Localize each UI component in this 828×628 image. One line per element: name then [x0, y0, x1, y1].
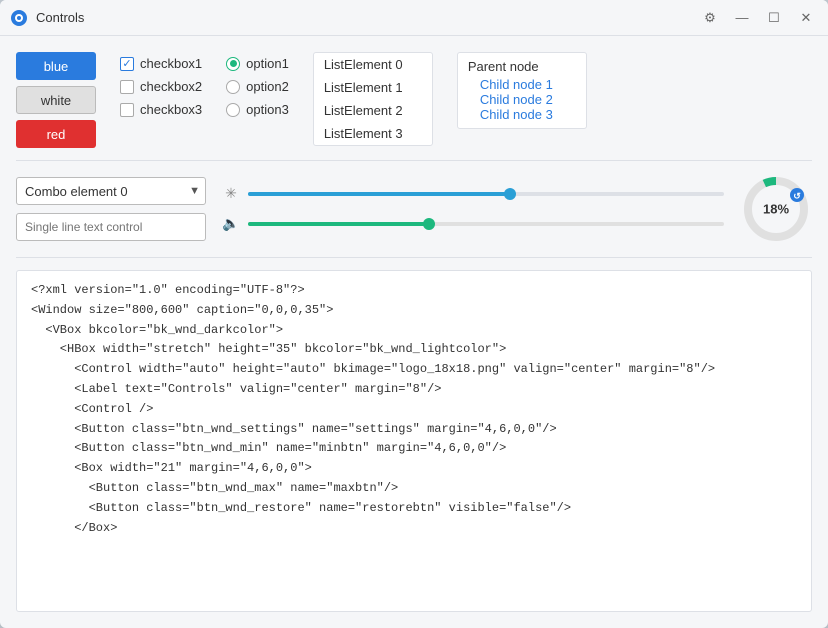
code-line-2: <VBox bkcolor="bk_wnd_darkcolor">: [31, 321, 797, 341]
code-line-6: <Control />: [31, 400, 797, 420]
text-input[interactable]: [16, 213, 206, 241]
middle-section: Combo element 0 Combo element 1 Combo el…: [16, 173, 812, 245]
donut-chart: ↺ 18%: [740, 173, 812, 245]
list-item-2[interactable]: ListElement 2: [314, 99, 432, 122]
tree-child-2[interactable]: Child node 2: [468, 92, 576, 107]
checkbox-item-2[interactable]: checkbox2: [120, 79, 202, 94]
combo-wrapper[interactable]: Combo element 0 Combo element 1 Combo el…: [16, 177, 206, 205]
slider-row-2: 🔈: [222, 215, 724, 233]
option-2-label: option2: [246, 79, 289, 94]
code-line-7: <Button class="btn_wnd_settings" name="s…: [31, 420, 797, 440]
checkmark-1: ✓: [122, 57, 131, 70]
list-item-1[interactable]: ListElement 1: [314, 76, 432, 99]
code-line-3: <HBox width="stretch" height="35" bkcolo…: [31, 340, 797, 360]
option-item-2[interactable]: option2: [226, 79, 289, 94]
code-section: <?xml version="1.0" encoding="UTF-8"?> <…: [16, 270, 812, 612]
list-item-3[interactable]: ListElement 3: [314, 122, 432, 145]
list-item-0[interactable]: ListElement 0: [314, 53, 432, 76]
options-group: option1 option2 option3: [226, 52, 289, 117]
main-content: blue white red ✓ checkbox1 checkbox2: [0, 36, 828, 628]
slider-1-fill: [248, 192, 510, 196]
brightness-icon: ✳: [222, 185, 240, 203]
checkbox-1-label: checkbox1: [140, 56, 202, 71]
checkbox-3-box[interactable]: [120, 103, 134, 117]
sliders-section: ✳ 🔈: [222, 185, 724, 233]
list-group: ListElement 0 ListElement 1 ListElement …: [313, 52, 433, 146]
tree-parent: Parent node: [468, 59, 576, 74]
divider-1: [16, 160, 812, 161]
code-line-11: <Button class="btn_wnd_restore" name="re…: [31, 499, 797, 519]
code-line-12: </Box>: [31, 519, 797, 539]
slider-1-thumb[interactable]: [504, 188, 516, 200]
window: Controls ⚙ — ☐ ✕ blue white red ✓: [0, 0, 828, 628]
color-buttons-group: blue white red: [16, 52, 96, 148]
red-button[interactable]: red: [16, 120, 96, 148]
radio-2[interactable]: [226, 80, 240, 94]
checkbox-1-box[interactable]: ✓: [120, 57, 134, 71]
volume-icon: 🔈: [222, 215, 240, 233]
left-controls: Combo element 0 Combo element 1 Combo el…: [16, 177, 206, 241]
top-section: blue white red ✓ checkbox1 checkbox2: [16, 52, 812, 148]
code-line-9: <Box width="21" margin="4,6,0,0">: [31, 459, 797, 479]
tree-child-3[interactable]: Child node 3: [468, 107, 576, 122]
window-title: Controls: [36, 10, 698, 25]
tree-child-1[interactable]: Child node 1: [468, 77, 576, 92]
radio-3[interactable]: [226, 103, 240, 117]
radio-1[interactable]: [226, 57, 240, 71]
radio-1-inner: [230, 60, 237, 67]
minimize-button[interactable]: —: [730, 6, 754, 30]
code-line-1: <Window size="800,600" caption="0,0,0,35…: [31, 301, 797, 321]
code-line-8: <Button class="btn_wnd_min" name="minbtn…: [31, 439, 797, 459]
slider-row-1: ✳: [222, 185, 724, 203]
checkbox-2-label: checkbox2: [140, 79, 202, 94]
checkbox-3-label: checkbox3: [140, 102, 202, 117]
maximize-button[interactable]: ☐: [762, 6, 786, 30]
blue-button[interactable]: blue: [16, 52, 96, 80]
checkboxes-group: ✓ checkbox1 checkbox2 checkbox3: [120, 52, 202, 117]
settings-button[interactable]: ⚙: [698, 6, 722, 30]
code-line-5: <Label text="Controls" valign="center" m…: [31, 380, 797, 400]
option-item-1[interactable]: option1: [226, 56, 289, 71]
option-1-label: option1: [246, 56, 289, 71]
close-button[interactable]: ✕: [794, 6, 818, 30]
code-line-0: <?xml version="1.0" encoding="UTF-8"?>: [31, 281, 797, 301]
checkbox-item-3[interactable]: checkbox3: [120, 102, 202, 117]
slider-1-track[interactable]: [248, 192, 724, 196]
code-line-4: <Control width="auto" height="auto" bkim…: [31, 360, 797, 380]
window-controls: ⚙ — ☐ ✕: [698, 6, 818, 30]
slider-2-thumb[interactable]: [423, 218, 435, 230]
combo-select[interactable]: Combo element 0 Combo element 1 Combo el…: [16, 177, 206, 205]
titlebar: Controls ⚙ — ☐ ✕: [0, 0, 828, 36]
white-button[interactable]: white: [16, 86, 96, 114]
checkbox-2-box[interactable]: [120, 80, 134, 94]
slider-2-track[interactable]: [248, 222, 724, 226]
slider-2-fill: [248, 222, 429, 226]
divider-2: [16, 257, 812, 258]
tree-group: Parent node Child node 1 Child node 2 Ch…: [457, 52, 587, 129]
code-line-10: <Button class="btn_wnd_max" name="maxbtn…: [31, 479, 797, 499]
option-item-3[interactable]: option3: [226, 102, 289, 117]
option-3-label: option3: [246, 102, 289, 117]
app-icon: [10, 9, 28, 27]
donut-label: 18%: [763, 202, 789, 217]
checkbox-item-1[interactable]: ✓ checkbox1: [120, 56, 202, 71]
svg-text:↺: ↺: [793, 191, 801, 201]
